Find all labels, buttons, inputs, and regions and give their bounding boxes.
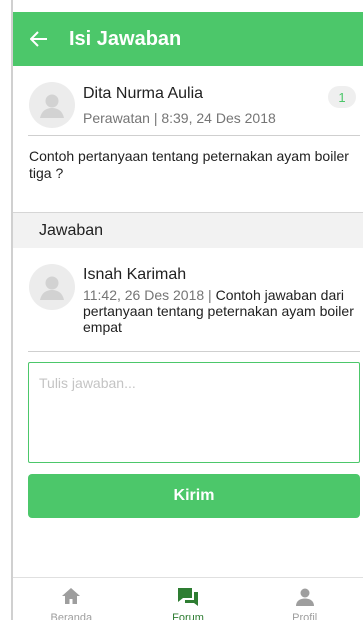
answers-section-header: Jawaban: [13, 212, 363, 248]
profile-person-icon: [295, 588, 314, 606]
back-button[interactable]: [13, 12, 65, 66]
avatar: [29, 82, 75, 128]
answer-time: 11:42, 26 Des 2018: [83, 287, 205, 303]
answer-separator: |: [204, 287, 216, 303]
question-text: Contoh pertanyaan tentang peternakan aya…: [29, 148, 349, 181]
page-title: Isi Jawaban: [69, 27, 182, 50]
answer-count-badge: 1: [328, 86, 356, 108]
home-icon: [62, 588, 81, 604]
nav-label-beranda: Beranda: [50, 612, 93, 620]
question-meta: Perawatan | 8:39, 24 Des 2018: [83, 110, 276, 126]
submit-button-label: Kirim: [173, 487, 215, 504]
avatar: [29, 264, 75, 310]
submit-button[interactable]: Kirim: [28, 474, 360, 518]
answer-author: Isnah Karimah: [83, 266, 187, 283]
nav-label-profil: Profil: [292, 612, 318, 620]
answer-body: 11:42, 26 Des 2018 | Contoh jawaban dari…: [83, 287, 358, 335]
reply-textarea[interactable]: [28, 362, 360, 463]
avatar-person-icon: [40, 94, 64, 118]
question-header-divider: [28, 135, 360, 136]
nav-item-forum[interactable]: Forum: [130, 578, 247, 620]
nav-item-beranda[interactable]: Beranda: [13, 578, 130, 620]
answers-section-title: Jawaban: [39, 221, 104, 239]
app-header: Isi Jawaban: [13, 12, 363, 66]
answer-divider: [28, 351, 360, 352]
nav-item-profil[interactable]: Profil: [246, 578, 363, 620]
bottom-navigation: Beranda Forum Profil: [13, 577, 363, 620]
arrow-left-icon: [30, 31, 47, 47]
forum-chat-icon: [178, 588, 198, 606]
avatar-person-icon: [40, 276, 64, 300]
nav-label-forum: Forum: [172, 612, 204, 620]
question-author: Dita Nurma Aulia: [83, 85, 204, 102]
app-screen: Isi Jawaban Dita Nurma Aulia Perawatan |…: [13, 0, 363, 620]
